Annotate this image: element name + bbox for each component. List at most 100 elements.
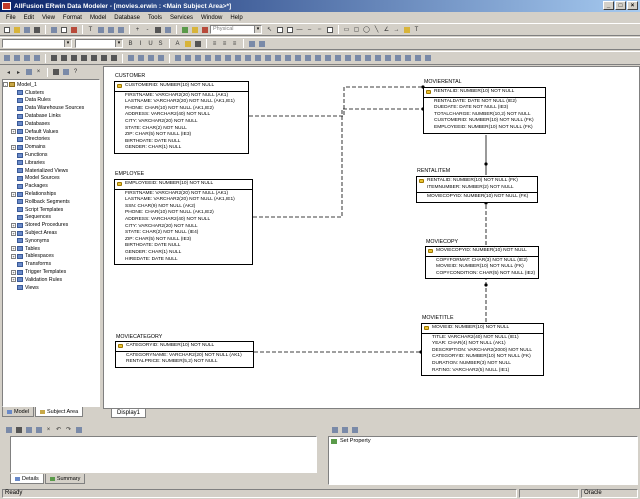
view-tool-icon[interactable] xyxy=(325,25,334,34)
view-mode-select[interactable]: Physical ▾ xyxy=(210,25,262,34)
filter-icon[interactable] xyxy=(24,425,33,434)
tree-item[interactable]: + Subject Areas xyxy=(3,229,99,237)
tree-item[interactable]: + Default Values xyxy=(3,128,99,136)
display-level-23-icon[interactable] xyxy=(393,54,402,63)
expand-icon[interactable]: + xyxy=(11,144,16,150)
menu-view[interactable]: View xyxy=(38,15,59,21)
display-level-7-icon[interactable] xyxy=(233,54,242,63)
tree-item[interactable]: Rollback Segments xyxy=(3,198,99,206)
many-to-many-icon[interactable]: ‒ xyxy=(305,25,314,34)
tree-item[interactable]: Clusters xyxy=(3,89,99,97)
display-level-22-icon[interactable] xyxy=(383,54,392,63)
display-level-14-icon[interactable] xyxy=(303,54,312,63)
font-name-select[interactable]: ▾ xyxy=(2,39,72,48)
layout-orth-icon[interactable] xyxy=(32,54,41,63)
fill-color-icon[interactable] xyxy=(183,39,192,48)
identifying-rel-icon[interactable]: ― xyxy=(295,25,304,34)
layout-icon[interactable] xyxy=(2,54,11,63)
print-icon[interactable] xyxy=(32,25,41,34)
entity-movierental[interactable]: RENTALID: NUMBER(10) NOT NULL RENTALDATE… xyxy=(423,87,546,134)
table-icon[interactable] xyxy=(59,25,68,34)
model-explorer-icon[interactable] xyxy=(49,25,58,34)
menu-window[interactable]: Window xyxy=(197,15,226,21)
menu-file[interactable]: File xyxy=(2,15,20,21)
display-level-4-icon[interactable] xyxy=(203,54,212,63)
ellipse-tool-icon[interactable]: ◯ xyxy=(362,25,371,34)
layout-circle-icon[interactable] xyxy=(22,54,31,63)
menu-database[interactable]: Database xyxy=(110,15,144,21)
display-level-16-icon[interactable] xyxy=(323,54,332,63)
entity-tool-icon[interactable] xyxy=(275,25,284,34)
diagram-canvas[interactable]: CUSTOMER CUSTOMERID: NUMBER(10) NOT NULL… xyxy=(103,66,640,409)
undo-icon[interactable]: ↶ xyxy=(54,425,63,434)
snap-icon[interactable] xyxy=(156,54,165,63)
domain-icon[interactable] xyxy=(180,25,189,34)
display-level-15-icon[interactable] xyxy=(313,54,322,63)
expand-icon[interactable]: + xyxy=(11,246,16,252)
expand-icon[interactable]: + xyxy=(11,269,16,275)
pointer-icon[interactable]: ↖ xyxy=(265,25,274,34)
italic-icon[interactable]: I xyxy=(136,39,145,48)
tree-item[interactable]: Synonyms xyxy=(3,237,99,245)
tree-item[interactable]: Directories xyxy=(3,136,99,144)
copy-icon[interactable] xyxy=(34,425,43,434)
align-top-icon[interactable] xyxy=(49,54,58,63)
explorer-find-icon[interactable] xyxy=(51,68,60,77)
space-down-icon[interactable] xyxy=(109,54,118,63)
align-center-icon[interactable]: ≡ xyxy=(220,39,229,48)
tree-item[interactable]: Databases xyxy=(3,120,99,128)
menu-services[interactable]: Services xyxy=(166,15,197,21)
display-level-17-icon[interactable] xyxy=(333,54,342,63)
reverse-engineer-icon[interactable] xyxy=(106,25,115,34)
entity-rentalitem[interactable]: RENTALID: NUMBER(10) NOT NULL (FK) ITEMNU… xyxy=(416,176,538,203)
tree-item[interactable]: Functions xyxy=(3,151,99,159)
tree-item[interactable]: + Tables xyxy=(3,245,99,253)
entity-customer[interactable]: CUSTOMERID: NUMBER(10) NOT NULL FIRSTNAM… xyxy=(114,81,249,154)
property-list-icon[interactable] xyxy=(330,425,339,434)
send-back-icon[interactable] xyxy=(257,39,266,48)
tree-item[interactable]: Model Sources xyxy=(3,175,99,183)
entity-movietitle[interactable]: MOVIEID: NUMBER(10) NOT NULL TITLE: VARC… xyxy=(421,323,544,377)
display-level-3-icon[interactable] xyxy=(193,54,202,63)
delete-icon[interactable]: × xyxy=(44,425,53,434)
tree-item[interactable]: Materialized Views xyxy=(3,167,99,175)
stored-display-icon[interactable] xyxy=(200,25,209,34)
tab-details[interactable]: Details xyxy=(10,474,44,484)
underline-icon[interactable]: U xyxy=(146,39,155,48)
center-h-icon[interactable] xyxy=(126,54,135,63)
tree-item[interactable]: Transforms xyxy=(3,260,99,268)
align-middle-icon[interactable] xyxy=(59,54,68,63)
display-level-2-icon[interactable] xyxy=(183,54,192,63)
tree-item[interactable]: Script Templates xyxy=(3,206,99,214)
display-level-12-icon[interactable] xyxy=(283,54,292,63)
same-width-icon[interactable] xyxy=(79,54,88,63)
font-color-icon[interactable]: A xyxy=(173,39,182,48)
zoom-fit-icon[interactable] xyxy=(153,25,162,34)
expand-icon[interactable]: + xyxy=(11,129,16,135)
line-color-icon[interactable] xyxy=(193,39,202,48)
close-button[interactable]: × xyxy=(627,1,638,10)
entity-moviecopy[interactable]: MOVIECOPYID: NUMBER(10) NOT NULL COPYFOR… xyxy=(425,246,539,280)
zoom-in-icon[interactable]: + xyxy=(133,25,142,34)
rel-customer-movierental[interactable] xyxy=(249,86,423,117)
bold-icon[interactable]: B xyxy=(126,39,135,48)
tab-model[interactable]: Model xyxy=(2,407,34,417)
save-icon[interactable] xyxy=(22,25,31,34)
entity-moviecategory[interactable]: CATEGORYID: NUMBER(10) NOT NULL CATEGORY… xyxy=(115,341,254,368)
lock-icon[interactable] xyxy=(402,25,411,34)
tree-root[interactable]: - Model_1 xyxy=(3,81,99,89)
entity-employee[interactable]: EMPLOYEEID: NUMBER(10) NOT NULL FIRSTNAM… xyxy=(114,179,253,266)
tree-item[interactable]: Data Warehouse Sources xyxy=(3,104,99,112)
align-bottom-icon[interactable] xyxy=(69,54,78,63)
tree-item[interactable]: Libraries xyxy=(3,159,99,167)
minimize-button[interactable]: _ xyxy=(603,1,614,10)
redo-icon[interactable]: ↷ xyxy=(64,425,73,434)
display-level-9-icon[interactable] xyxy=(253,54,262,63)
maximize-button[interactable]: □ xyxy=(615,1,626,10)
display-level-11-icon[interactable] xyxy=(273,54,282,63)
rectangle-tool-icon[interactable]: ▭ xyxy=(342,25,351,34)
explorer-new-icon[interactable] xyxy=(24,68,33,77)
display-level-13-icon[interactable] xyxy=(293,54,302,63)
tab-subject-area[interactable]: Subject Area xyxy=(34,407,84,417)
align-left-icon[interactable]: ≡ xyxy=(210,39,219,48)
